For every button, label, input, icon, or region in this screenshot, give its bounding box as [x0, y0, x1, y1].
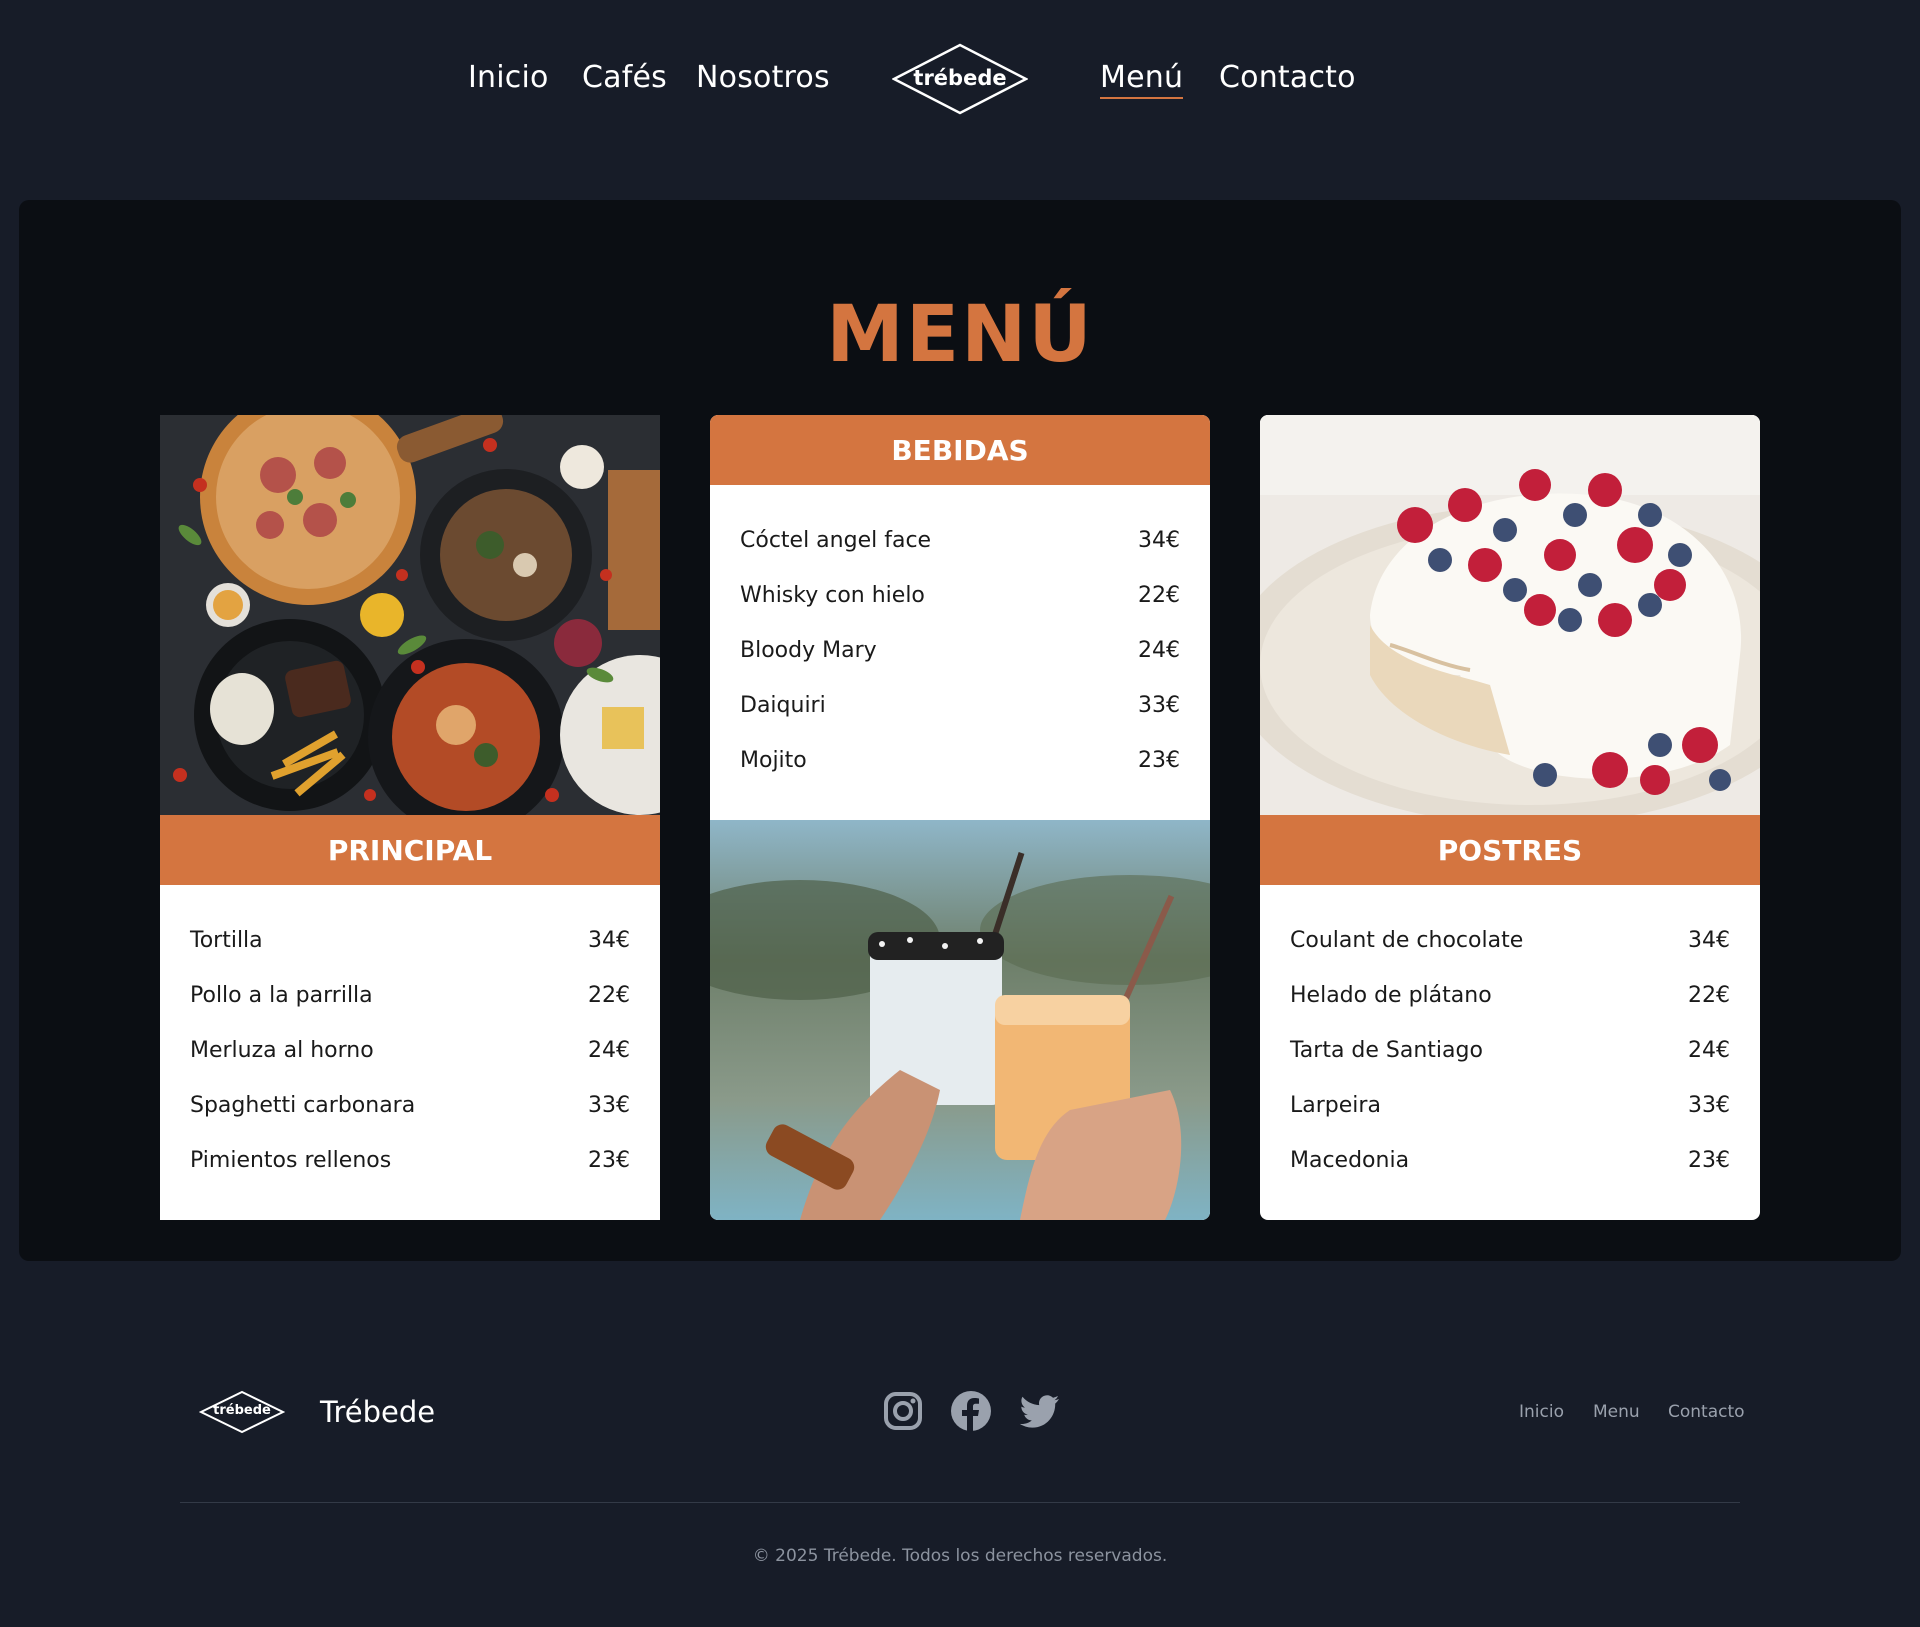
copyright-text: © 2025 Trébede. Todos los derechos reser… [752, 1546, 1168, 1566]
menu-item: Cóctel angel face 34€ [740, 513, 1180, 568]
item-price: 22€ [588, 983, 630, 1008]
instagram-icon[interactable] [882, 1390, 924, 1432]
menu-title: MENÚ [826, 290, 1094, 380]
postres-item-list: Coulant de chocolate 34€ Helado de plátan… [1290, 913, 1730, 1188]
menu-item: Daiquiri 33€ [740, 678, 1180, 733]
menu-item: Larpeira 33€ [1290, 1078, 1730, 1133]
item-price: 23€ [1138, 748, 1180, 773]
cocktails-toast-photo [710, 820, 1210, 1220]
item-name: Tarta de Santiago [1290, 1038, 1483, 1063]
card-heading-postres: POSTRES [1260, 815, 1760, 885]
twitter-icon[interactable] [1019, 1390, 1061, 1432]
item-price: 23€ [1688, 1148, 1730, 1173]
logo-text: trébede [913, 66, 1007, 90]
menu-item: Pollo a la parrilla 22€ [190, 968, 630, 1023]
bebidas-item-list: Cóctel angel face 34€ Whisky con hielo 22€… [740, 513, 1180, 788]
berry-pavlova-photo [1260, 415, 1760, 815]
item-name: Macedonia [1290, 1148, 1410, 1173]
item-price: 33€ [1688, 1093, 1730, 1118]
footer-link-contacto[interactable]: Contacto [1668, 1402, 1745, 1422]
item-name: Whisky con hielo [740, 583, 925, 608]
menu-item: Tortilla 34€ [190, 913, 630, 968]
menu-item: Mojito 23€ [740, 733, 1180, 788]
nav-link-contacto[interactable]: Contacto [1219, 60, 1356, 95]
nav-link-nosotros[interactable]: Nosotros [696, 60, 830, 95]
menu-item: Tarta de Santiago 24€ [1290, 1023, 1730, 1078]
nav-link-inicio[interactable]: Inicio [468, 60, 549, 95]
item-price: 23€ [588, 1148, 630, 1173]
footer-logo[interactable]: trébede [198, 1390, 286, 1434]
item-price: 34€ [1688, 928, 1730, 953]
item-name: Tortilla [190, 928, 263, 953]
item-price: 33€ [588, 1093, 630, 1118]
nav-link-cafes[interactable]: Cafés [582, 60, 667, 95]
menu-item: Pimientos rellenos 23€ [190, 1133, 630, 1188]
menu-item: Whisky con hielo 22€ [740, 568, 1180, 623]
footer-divider [180, 1502, 1740, 1503]
item-name: Bloody Mary [740, 638, 877, 663]
item-name: Pimientos rellenos [190, 1148, 392, 1173]
item-name: Larpeira [1290, 1093, 1381, 1118]
item-name: Cóctel angel face [740, 528, 932, 553]
footer-brand-name: Trébede [320, 1395, 436, 1429]
item-name: Pollo a la parrilla [190, 983, 373, 1008]
footer-link-inicio[interactable]: Inicio [1519, 1402, 1564, 1422]
nav-link-menu[interactable]: Menú [1100, 60, 1184, 99]
item-price: 22€ [1138, 583, 1180, 608]
principal-item-list: Tortilla 34€ Pollo a la parrilla 22€ Merlu… [190, 913, 630, 1188]
item-name: Coulant de chocolate [1290, 928, 1524, 953]
item-price: 24€ [1138, 638, 1180, 663]
menu-item: Merluza al horno 24€ [190, 1023, 630, 1078]
item-price: 33€ [1138, 693, 1180, 718]
item-name: Mojito [740, 748, 807, 773]
menu-card-bebidas: BEBIDAS Cóctel angel face 34€ Whisky con … [710, 415, 1210, 1220]
menu-item: Coulant de chocolate 34€ [1290, 913, 1730, 968]
item-price: 24€ [1688, 1038, 1730, 1063]
item-name: Helado de plátano [1290, 983, 1492, 1008]
menu-card-postres: POSTRES Coulant de chocolate 34€ Helado d… [1260, 415, 1760, 1220]
card-heading-principal: PRINCIPAL [160, 815, 660, 885]
menu-item: Bloody Mary 24€ [740, 623, 1180, 678]
item-price: 22€ [1688, 983, 1730, 1008]
header-logo[interactable]: trébede [891, 43, 1029, 115]
main-nav: Inicio Cafés Nosotros trébede Menú Conta… [0, 0, 1920, 165]
food-platter-photo [160, 415, 660, 815]
item-price: 34€ [1138, 528, 1180, 553]
item-name: Spaghetti carbonara [190, 1093, 416, 1118]
item-price: 34€ [588, 928, 630, 953]
item-name: Merluza al horno [190, 1038, 374, 1063]
item-price: 24€ [588, 1038, 630, 1063]
item-name: Daiquiri [740, 693, 826, 718]
footer-link-menu[interactable]: Menu [1593, 1402, 1640, 1422]
menu-item: Helado de plátano 22€ [1290, 968, 1730, 1023]
facebook-icon[interactable] [950, 1390, 992, 1432]
card-heading-bebidas: BEBIDAS [710, 415, 1210, 485]
menu-item: Macedonia 23€ [1290, 1133, 1730, 1188]
footer-logo-text: trébede [213, 1403, 271, 1418]
menu-card-principal: PRINCIPAL Tortilla 34€ Pollo a la parrill… [160, 415, 660, 1220]
menu-item: Spaghetti carbonara 33€ [190, 1078, 630, 1133]
